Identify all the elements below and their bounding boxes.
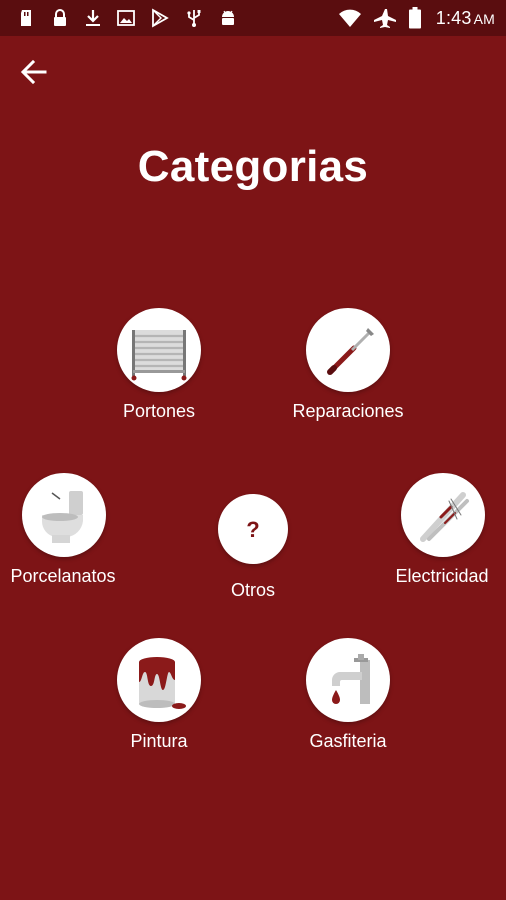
svg-text:?: ? xyxy=(246,517,259,542)
screwdriver-icon xyxy=(327,328,374,375)
download-icon xyxy=(86,10,100,26)
category-label: Porcelanatos xyxy=(10,566,116,586)
image-icon xyxy=(117,10,135,26)
usb-icon xyxy=(187,10,201,27)
category-label: Portones xyxy=(122,401,196,421)
gate-icon xyxy=(131,330,187,381)
paint-bucket-icon xyxy=(139,657,186,709)
faucet-icon xyxy=(332,654,370,704)
category-label: Otros xyxy=(230,580,276,600)
status-time: 1:43 AM xyxy=(435,8,495,28)
play-store-icon xyxy=(152,8,169,28)
wifi-icon xyxy=(339,9,361,27)
page-title: Categorias xyxy=(137,142,369,191)
airplane-icon xyxy=(374,9,396,28)
status-bar: 1:43 AM xyxy=(0,0,506,36)
question-icon: ? xyxy=(246,517,259,542)
android-icon xyxy=(222,10,234,25)
arrow-left-icon[interactable] xyxy=(18,56,50,88)
toilet-icon xyxy=(41,491,83,543)
sd-card-icon xyxy=(21,10,31,26)
category-label: Reparaciones xyxy=(292,401,404,421)
category-label: Pintura xyxy=(130,731,188,751)
battery-icon xyxy=(409,7,421,29)
lock-icon xyxy=(54,9,66,26)
category-label: Gasfiteria xyxy=(309,731,387,751)
cables-icon xyxy=(420,492,469,542)
category-label: Electricidad xyxy=(395,566,489,586)
